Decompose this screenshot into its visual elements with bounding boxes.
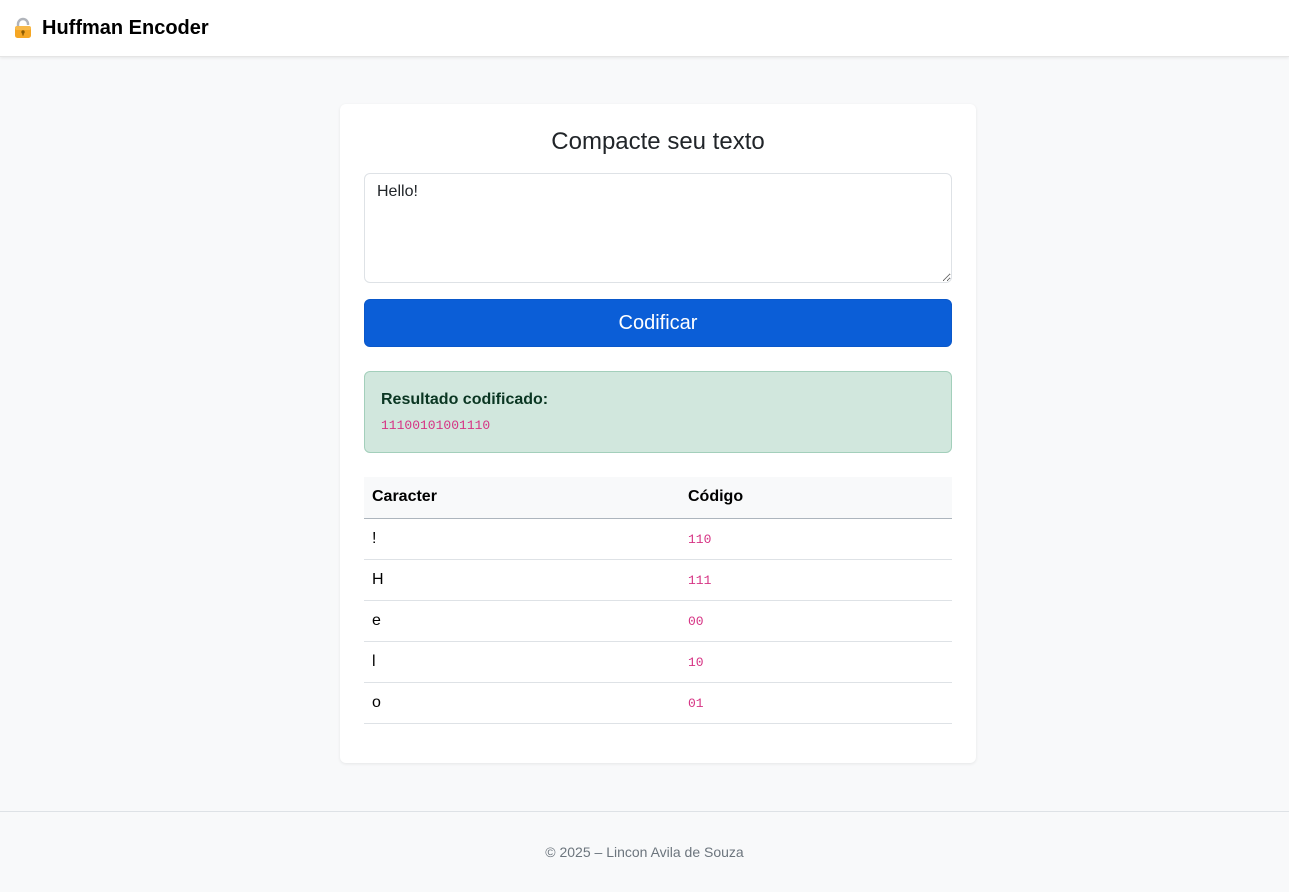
code-value: 10 xyxy=(688,654,704,670)
code-cell: 01 xyxy=(680,682,952,724)
char-cell: ! xyxy=(364,518,680,560)
result-code: 11100101001110 xyxy=(381,418,491,433)
code-cell: 10 xyxy=(680,641,952,683)
lock-icon xyxy=(12,17,34,39)
code-value: 01 xyxy=(688,695,704,711)
text-input[interactable]: Hello! xyxy=(364,173,952,283)
code-value: 110 xyxy=(688,531,712,547)
code-value: 111 xyxy=(688,572,712,588)
app-title: Huffman Encoder xyxy=(42,16,209,39)
footer: © 2025 – Lincon Avila de Souza xyxy=(0,811,1289,892)
column-header-character: Caracter xyxy=(364,477,680,519)
table-row: ! 110 xyxy=(364,518,952,560)
table-row: l 10 xyxy=(364,641,952,683)
card-title: Compacte seu texto xyxy=(551,128,765,155)
encode-button[interactable]: Codificar xyxy=(364,299,952,347)
column-header-code: Código xyxy=(680,477,952,519)
text-input-wrapper: Hello! xyxy=(364,173,952,283)
code-cell: 111 xyxy=(680,559,952,601)
brand[interactable]: Huffman Encoder xyxy=(12,17,209,40)
table-row: e 00 xyxy=(364,600,952,642)
char-cell: e xyxy=(364,600,680,642)
table-header-row: Caracter Código xyxy=(364,477,952,519)
footer-copyright: © 2025 – Lincon Avila de Souza xyxy=(545,844,744,860)
result-label: Resultado codificado: xyxy=(381,391,549,408)
table-row: H 111 xyxy=(364,559,952,601)
code-table: Caracter Código ! 110 H 111 e 00 l 10 o xyxy=(364,477,952,724)
code-cell: 00 xyxy=(680,600,952,642)
result-alert: Resultado codificado: 11100101001110 xyxy=(364,371,952,453)
encoder-card: Compacte seu texto Hello! Codificar Resu… xyxy=(340,104,976,763)
code-cell: 110 xyxy=(680,518,952,560)
navbar: Huffman Encoder xyxy=(0,0,1289,57)
code-value: 00 xyxy=(688,613,704,629)
char-cell: H xyxy=(364,559,680,601)
char-cell: o xyxy=(364,682,680,724)
char-cell: l xyxy=(364,641,680,683)
table-row: o 01 xyxy=(364,682,952,724)
